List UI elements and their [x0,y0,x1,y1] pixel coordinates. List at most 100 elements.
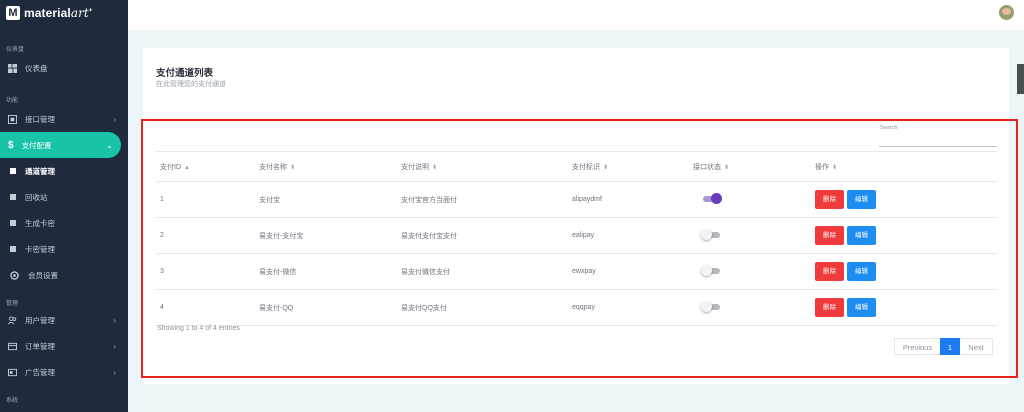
brand[interactable]: M materialart+ [0,0,128,26]
sort-icon[interactable]: ⬍ [432,165,437,171]
cell-name: 易支付-微信 [255,253,397,290]
card-list-icon [10,246,16,252]
chevron-right-icon: › [113,341,116,351]
sidebar-item-api[interactable]: 接口管理 › [0,106,128,132]
column-header-name[interactable]: 支付名称 ⬍ [255,151,397,182]
search-input[interactable] [879,133,997,147]
cell-code: ewxpay [568,253,689,290]
topbar [128,0,1024,30]
column-header-status[interactable]: 接口状态 ⬍ [689,151,811,182]
chevron-down-icon: ⌄ [106,140,113,150]
sidebar-item-label: 支付配置 [21,140,52,150]
brand-name: materialart+ [24,6,93,20]
toggle-knob [701,265,712,277]
section-label-features: 功能 [6,98,19,104]
pagination: Previous 1 Next [894,338,993,355]
chevron-right-icon: › [113,367,116,377]
toggle-knob [711,193,722,205]
chevron-right-icon: › [113,315,116,325]
dashboard-icon [8,63,17,73]
delete-button[interactable]: 删除 [815,298,844,317]
sidebar-item-users[interactable]: 用户管理 › [0,307,128,333]
cell-status [689,289,811,326]
cell-status [689,217,811,254]
sort-asc-icon[interactable]: ▲ [184,165,190,171]
search-label: Search [880,125,898,131]
cell-code: eqqpay [568,289,689,326]
toggle-knob [701,301,712,313]
page-title: 支付通道列表 [156,68,214,79]
section-label-system: 系统 [6,398,19,404]
status-toggle[interactable] [701,265,720,277]
edit-button[interactable]: 编辑 [846,262,876,281]
api-icon [8,114,17,124]
channel-icon [10,168,16,174]
sidebar-item-label: 广告管理 [25,367,55,377]
sidebar-subitem-label: 卡密管理 [25,244,55,254]
next-page-button[interactable]: Next [960,338,993,355]
status-toggle[interactable] [701,301,720,313]
sidebar-subitem-recycle[interactable]: 回收站 [0,184,128,210]
cell-id: 4 [156,289,255,326]
recycle-icon [10,194,16,200]
cell-code: alipaydmf [568,181,689,218]
avatar[interactable] [999,5,1014,20]
cell-status [689,181,811,218]
sidebar-subitem-card-manage[interactable]: 卡密管理 [0,236,128,262]
sidebar: M materialart+ 仪表盘 仪表盘 功能 接口管理 › $ 支付配置 … [0,0,128,412]
ad-icon [8,368,17,376]
edit-button[interactable]: 编辑 [846,226,876,245]
sidebar-item-ads[interactable]: 广告管理 › [0,359,128,385]
cell-id: 3 [156,253,255,290]
settings-icon [10,270,19,280]
sidebar-subitem-generate-card[interactable]: 生成卡密 [0,210,128,236]
cell-code: ealipay [568,217,689,254]
cell-actions: 删除 编辑 [811,289,997,326]
page-1-button[interactable]: 1 [940,338,960,355]
sidebar-subitem-channels[interactable]: 通道管理 [0,158,128,184]
sidebar-subitem-member-settings[interactable]: 会员设置 [0,262,128,288]
table-row: 3 易支付-微信 易支付微信支付 ewxpay 删除 编辑 [156,253,997,290]
edit-button[interactable]: 编辑 [846,190,876,209]
sort-icon[interactable]: ⬍ [832,165,837,171]
delete-button[interactable]: 删除 [815,226,844,245]
sort-icon[interactable]: ⬍ [603,165,608,171]
cell-actions: 删除 编辑 [811,181,997,218]
column-header-code[interactable]: 支付标识 ⬍ [568,151,689,182]
sidebar-item-label: 订单管理 [25,341,55,351]
cell-name: 易支付-QQ [255,289,397,326]
card-icon [10,220,16,226]
edit-button[interactable]: 编辑 [846,298,876,317]
page-subtitle: 在此管理您的支付通道 [156,81,226,88]
sidebar-item-label: 接口管理 [25,114,55,124]
sort-icon[interactable]: ⬍ [290,165,295,171]
cell-desc: 易支付QQ支付 [397,289,568,326]
sidebar-item-label: 仪表盘 [25,63,48,73]
column-header-actions[interactable]: 操作 ⬍ [811,151,997,182]
status-toggle[interactable] [701,229,720,241]
previous-page-button[interactable]: Previous [894,338,940,355]
sort-icon[interactable]: ⬍ [724,165,729,171]
sidebar-item-dashboard[interactable]: 仪表盘 [0,57,128,79]
chevron-right-icon: › [113,114,116,124]
sidebar-item-label: 用户管理 [25,315,55,325]
delete-button[interactable]: 删除 [815,190,844,209]
table-header-row: 支付ID ▲ 支付名称 ⬍ 支付说明 ⬍ 支付标识 ⬍ 接口状态 ⬍ 操作 ⬍ [156,151,997,182]
sidebar-item-orders[interactable]: 订单管理 › [0,333,128,359]
column-header-desc[interactable]: 支付说明 ⬍ [397,151,568,182]
orders-icon [8,342,17,350]
delete-button[interactable]: 删除 [815,262,844,281]
table-row: 2 易支付-支付宝 易支付支付宝支付 ealipay 删除 编辑 [156,217,997,254]
toggle-knob [701,229,712,241]
cell-name: 易支付-支付宝 [255,217,397,254]
column-header-id[interactable]: 支付ID ▲ [156,151,255,182]
cell-id: 1 [156,181,255,218]
sidebar-item-payment[interactable]: $ 支付配置 ⌄ [0,132,121,158]
cell-status [689,253,811,290]
scrollbar-handle[interactable] [1017,64,1024,94]
table-row: 1 支付宝 支付宝官方当面付 alipaydmf 删除 编辑 [156,181,997,218]
users-icon [8,315,17,324]
table-info: Showing 1 to 4 of 4 entries [157,325,240,332]
status-toggle[interactable] [703,193,722,205]
sidebar-subitem-label: 生成卡密 [25,218,55,228]
